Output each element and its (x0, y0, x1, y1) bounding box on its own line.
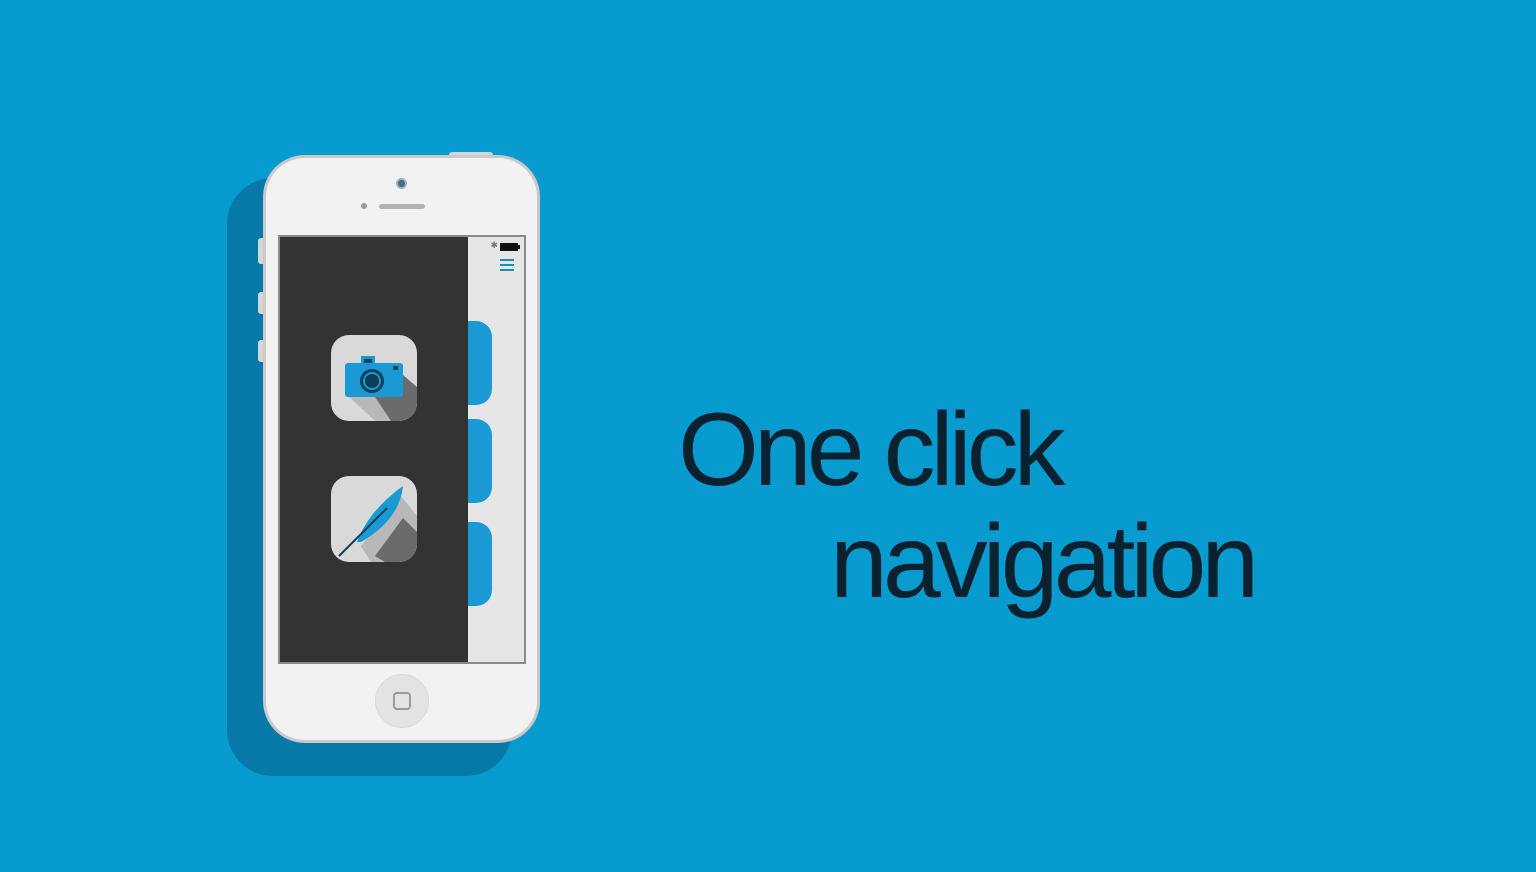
feather-icon[interactable] (331, 476, 417, 562)
hamburger-menu-icon[interactable] (500, 259, 514, 271)
navigation-drawer (280, 237, 468, 662)
battery-icon (500, 243, 520, 251)
camera-icon[interactable] (331, 335, 417, 421)
front-camera-icon (396, 178, 407, 189)
headline-line-1: One click (678, 392, 1066, 508)
home-button[interactable] (375, 674, 429, 728)
headline-line-2: navigation (830, 504, 1259, 620)
proximity-sensor (361, 203, 367, 209)
bluetooth-icon: ✱ (490, 240, 498, 250)
phone-screen: ✱ sh ers w (278, 235, 526, 664)
earpiece-speaker (379, 204, 425, 209)
